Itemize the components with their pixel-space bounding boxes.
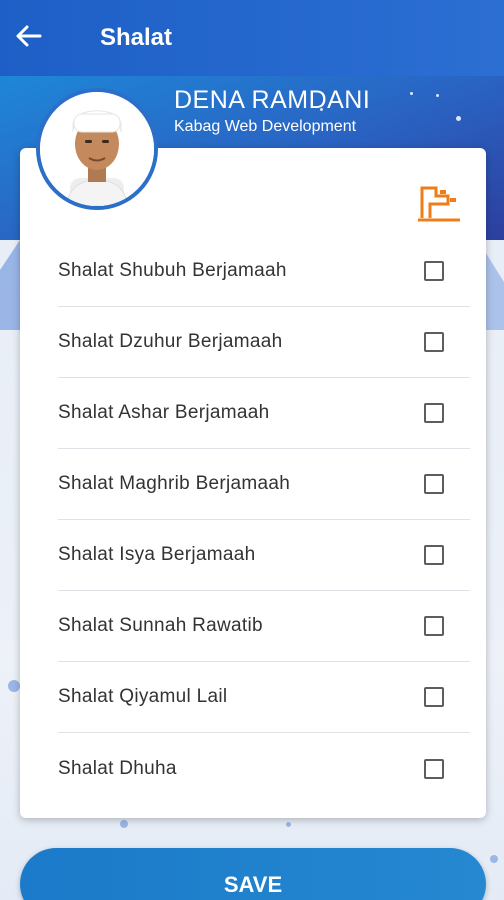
- user-role: Kabag Web Development: [174, 118, 357, 135]
- decor-dot: [490, 855, 498, 863]
- checkbox[interactable]: [424, 616, 444, 636]
- prayer-list: Shalat Shubuh Berjamaah Shalat Dzuhur Be…: [58, 236, 470, 804]
- list-item-label: Shalat Ashar Berjamaah: [58, 402, 270, 423]
- decor-dot: [120, 820, 128, 828]
- checkbox[interactable]: [424, 545, 444, 565]
- list-item-label: Shalat Shubuh Berjamaah: [58, 260, 287, 281]
- app-bar: Shalat: [0, 0, 504, 76]
- list-item[interactable]: Shalat Dhuha: [58, 733, 470, 804]
- checkbox[interactable]: [424, 758, 444, 779]
- user-name: DENA RAMDANI: [174, 86, 371, 114]
- decor-star: [436, 94, 439, 97]
- list-item[interactable]: Shalat Qiyamul Lail: [58, 662, 470, 733]
- list-item[interactable]: Shalat Sunnah Rawatib: [58, 591, 470, 662]
- checkbox[interactable]: [424, 403, 444, 423]
- checkbox[interactable]: [424, 687, 444, 707]
- checkbox[interactable]: [424, 332, 444, 352]
- avatar: [36, 88, 158, 210]
- save-button[interactable]: SAVE: [20, 848, 486, 900]
- list-item-label: Shalat Maghrib Berjamaah: [58, 473, 291, 494]
- list-item-label: Shalat Qiyamul Lail: [58, 686, 228, 707]
- list-item-label: Shalat Sunnah Rawatib: [58, 615, 263, 636]
- checkbox[interactable]: [424, 261, 444, 281]
- user-photo: [40, 92, 154, 206]
- list-item[interactable]: Shalat Maghrib Berjamaah: [58, 449, 470, 520]
- back-button[interactable]: [16, 10, 72, 66]
- list-item[interactable]: Shalat Ashar Berjamaah: [58, 378, 470, 449]
- list-item[interactable]: Shalat Isya Berjamaah: [58, 520, 470, 591]
- page-title: Shalat: [100, 24, 173, 51]
- decor-star: [410, 92, 413, 95]
- list-item[interactable]: Shalat Shubuh Berjamaah: [58, 236, 470, 307]
- brand-logo-icon: [414, 182, 462, 227]
- list-item-label: Shalat Dhuha: [58, 757, 177, 779]
- checkbox[interactable]: [424, 474, 444, 494]
- decor-dot: [8, 680, 20, 692]
- list-item-label: Shalat Dzuhur Berjamaah: [58, 331, 283, 352]
- arrow-left-icon: [16, 25, 42, 52]
- list-item[interactable]: Shalat Dzuhur Berjamaah: [58, 307, 470, 378]
- prayer-card: Shalat Shubuh Berjamaah Shalat Dzuhur Be…: [20, 148, 486, 818]
- list-item-label: Shalat Isya Berjamaah: [58, 544, 256, 565]
- decor-dot: [286, 822, 291, 827]
- decor-star: [456, 116, 461, 121]
